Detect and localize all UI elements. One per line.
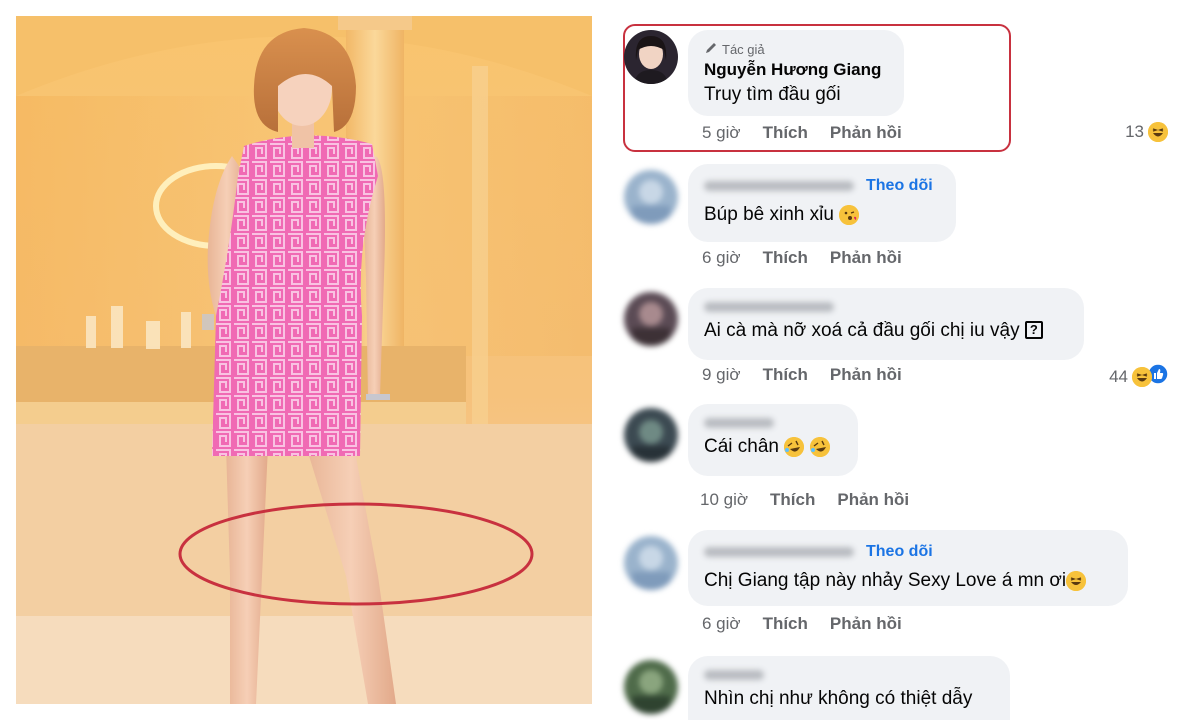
reaction-summary[interactable]: 13 bbox=[1125, 122, 1168, 142]
fashion-photo bbox=[16, 16, 592, 704]
follow-button[interactable]: Theo dõi bbox=[866, 177, 933, 195]
comment-text: Truy tìm đầu gối bbox=[704, 84, 841, 105]
reaction-count: 44 bbox=[1109, 366, 1128, 386]
reply-button[interactable]: Phản hồi bbox=[830, 614, 902, 634]
avatar[interactable] bbox=[624, 536, 678, 590]
haha-emoji-icon bbox=[1132, 366, 1152, 387]
reply-button[interactable]: Phản hồi bbox=[830, 248, 902, 268]
comment-actions: 10 giờ Thích Phản hồi bbox=[700, 490, 909, 510]
comment-bubble: Tác giả Nguyễn Hương Giang Truy tìm đầu … bbox=[688, 30, 904, 116]
comment-bubble: Nhìn chị như không có thiệt dẫy bbox=[688, 656, 1010, 720]
rofl-emoji-icon bbox=[809, 436, 830, 457]
comment-bubble: Cái chân bbox=[688, 404, 858, 476]
comment-text-row: Búp bê xinh xỉu bbox=[704, 204, 940, 226]
comment-actions: 5 giờ Thích Phản hồi bbox=[702, 123, 902, 143]
author-badge: Tác giả bbox=[704, 40, 888, 58]
comment-text-row: Cái chân bbox=[704, 436, 842, 458]
reply-button[interactable]: Phản hồi bbox=[837, 490, 909, 510]
comment-bubble: Theo dõi Búp bê xinh xỉu bbox=[688, 164, 956, 242]
comment-text: Ai cà mà nỡ xoá cả đầu gối chị iu vậy bbox=[704, 320, 1020, 341]
comment-time[interactable]: 9 giờ bbox=[702, 365, 741, 385]
like-button[interactable]: Thích bbox=[770, 490, 815, 510]
panel-divider bbox=[592, 0, 608, 720]
comment-time[interactable]: 10 giờ bbox=[700, 490, 748, 510]
blurred-author-name[interactable] bbox=[704, 302, 834, 312]
haha-emoji-icon bbox=[1148, 122, 1168, 142]
reply-button[interactable]: Phản hồi bbox=[830, 123, 902, 143]
comment-text: Nhìn chị như không có thiệt dẫy bbox=[704, 688, 973, 709]
pencil-icon bbox=[704, 41, 718, 58]
comment-text-row: Ai cà mà nỡ xoá cả đầu gối chị iu vậy ? bbox=[704, 320, 1068, 342]
like-button[interactable]: Thích bbox=[763, 123, 808, 143]
reaction-summary[interactable]: 44 bbox=[1109, 363, 1169, 389]
reply-button[interactable]: Phản hồi bbox=[830, 365, 902, 385]
comment-actions: 9 giờ Thích Phản hồi bbox=[702, 365, 902, 385]
like-button[interactable]: Thích bbox=[763, 248, 808, 268]
comment-bubble: Ai cà mà nỡ xoá cả đầu gối chị iu vậy ? bbox=[688, 288, 1084, 360]
kiss-emoji-icon bbox=[839, 204, 860, 225]
avatar[interactable] bbox=[624, 170, 678, 224]
comment-actions: 6 giờ Thích Phản hồi bbox=[702, 614, 902, 634]
comment-text: Búp bê xinh xỉu bbox=[704, 204, 834, 225]
avatar[interactable] bbox=[624, 408, 678, 462]
comment-time[interactable]: 5 giờ bbox=[702, 123, 741, 143]
blurred-author-name[interactable] bbox=[704, 181, 854, 191]
comment-text-row: Chị Giang tập này nhảy Sexy Love á mn ơi bbox=[704, 570, 1112, 592]
comment-time[interactable]: 6 giờ bbox=[702, 248, 741, 268]
reaction-count: 13 bbox=[1125, 122, 1144, 141]
avatar[interactable] bbox=[624, 292, 678, 346]
blurred-author-name[interactable] bbox=[704, 547, 854, 557]
like-button[interactable]: Thích bbox=[763, 614, 808, 634]
blurred-author-name[interactable] bbox=[704, 418, 774, 428]
comment-author-name[interactable]: Nguyễn Hương Giang bbox=[704, 60, 888, 80]
comment-text: Cái chân bbox=[704, 436, 779, 457]
photo-illustration bbox=[16, 16, 592, 704]
avatar[interactable] bbox=[624, 30, 678, 84]
follow-button[interactable]: Theo dõi bbox=[866, 543, 933, 561]
laughing-emoji-icon bbox=[1066, 570, 1087, 591]
comment-time[interactable]: 6 giờ bbox=[702, 614, 741, 634]
avatar[interactable] bbox=[624, 660, 678, 714]
unknown-symbol-box: ? bbox=[1024, 321, 1043, 339]
comment-bubble: Theo dõi Chị Giang tập này nhảy Sexy Lov… bbox=[688, 530, 1128, 606]
blurred-author-name[interactable] bbox=[704, 670, 764, 680]
author-tag-label: Tác giả bbox=[722, 41, 765, 57]
comment-actions: 6 giờ Thích Phản hồi bbox=[702, 248, 902, 268]
comments-panel: Tác giả Nguyễn Hương Giang Truy tìm đầu … bbox=[608, 16, 1192, 720]
comment-text: Chị Giang tập này nhảy Sexy Love á mn ơi bbox=[704, 570, 1067, 591]
like-button[interactable]: Thích bbox=[763, 365, 808, 385]
rofl-emoji-icon bbox=[784, 436, 805, 457]
